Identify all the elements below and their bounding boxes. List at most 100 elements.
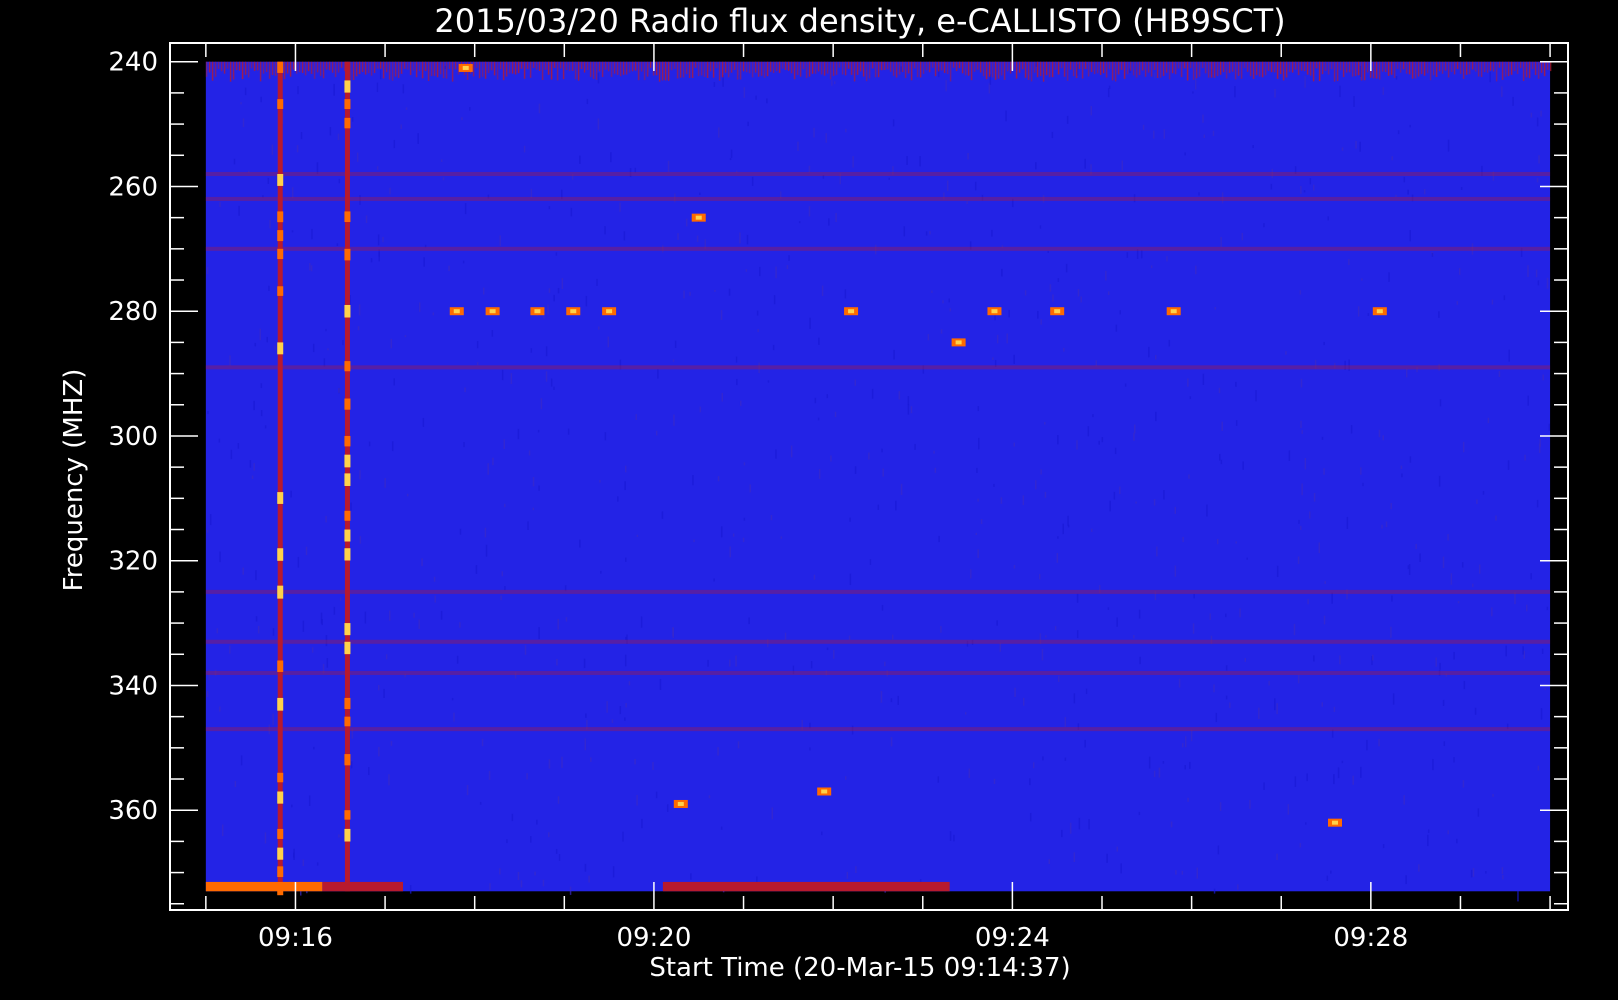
- noise-cell: [732, 533, 735, 537]
- noise-cell: [501, 369, 504, 381]
- top-fringe-cell: [700, 61, 703, 76]
- noise-cell: [1313, 492, 1316, 502]
- noise-cell: [1237, 884, 1239, 890]
- noise-cell: [337, 133, 340, 141]
- noise-cell: [1203, 134, 1206, 139]
- noise-cell: [1427, 829, 1430, 833]
- top-fringe-cell: [1132, 61, 1135, 76]
- noise-cell: [1378, 429, 1381, 438]
- noise-cell: [1184, 765, 1186, 770]
- noise-cell: [1162, 761, 1165, 764]
- top-fringe-cell: [985, 61, 988, 80]
- noise-cell: [311, 647, 314, 653]
- noise-cell: [206, 529, 209, 533]
- noise-cell: [269, 219, 271, 229]
- top-fringe-cell: [721, 61, 724, 78]
- top-fringe-cell: [481, 61, 484, 77]
- top-fringe-cell: [724, 61, 727, 73]
- top-fringe-cell: [1453, 61, 1456, 75]
- top-fringe-cell: [520, 61, 523, 69]
- top-fringe-cell: [475, 61, 478, 69]
- top-fringe-cell: [997, 61, 1000, 79]
- top-fringe-cell: [1135, 61, 1138, 78]
- noise-cell: [1126, 252, 1129, 258]
- top-fringe-cell: [1162, 61, 1165, 76]
- top-fringe-cell: [340, 61, 343, 68]
- noise-cell: [321, 619, 323, 626]
- top-fringe-cell: [931, 61, 934, 68]
- noise-cell: [1435, 657, 1437, 667]
- noise-cell: [434, 595, 436, 603]
- burst-segment: [344, 80, 351, 93]
- noise-cell: [1491, 299, 1494, 305]
- noise-cell: [272, 628, 275, 636]
- x-tick-label: 09:24: [975, 923, 1050, 953]
- noise-cell: [542, 879, 545, 887]
- burst-segment: [277, 585, 284, 599]
- noise-cell: [487, 463, 489, 475]
- noise-cell: [1382, 844, 1385, 849]
- noise-cell: [625, 465, 627, 473]
- noise-cell: [405, 107, 408, 110]
- noise-cell: [808, 206, 811, 217]
- top-fringe-cell: [1207, 61, 1210, 78]
- noise-cell: [418, 302, 421, 312]
- noise-cell: [877, 504, 880, 510]
- top-fringe-cell: [1396, 61, 1399, 70]
- top-fringe-cell: [772, 61, 775, 74]
- noise-cell: [720, 526, 723, 538]
- noise-cell: [268, 285, 270, 291]
- noise-cell: [1225, 695, 1228, 700]
- top-fringe-cell: [883, 61, 886, 71]
- noise-cell: [1239, 608, 1241, 618]
- noise-cell: [1321, 702, 1324, 707]
- noise-cell: [1024, 290, 1027, 296]
- top-fringe-cell: [1273, 61, 1276, 73]
- noise-cell: [1042, 756, 1044, 761]
- noise-cell: [835, 212, 837, 223]
- noise-cell: [1439, 662, 1441, 670]
- noise-cell: [809, 747, 811, 751]
- top-fringe-cell: [769, 61, 772, 72]
- noise-cell: [1155, 411, 1157, 422]
- noise-cell: [907, 396, 910, 406]
- noise-cell: [1423, 188, 1426, 195]
- top-fringe-cell: [715, 61, 718, 69]
- noise-cell: [1312, 184, 1315, 191]
- top-fringe-cell: [1120, 61, 1123, 70]
- noise-cell: [1000, 497, 1003, 504]
- top-fringe-cell: [1294, 61, 1297, 70]
- top-fringe-cell: [745, 61, 748, 73]
- noise-cell: [266, 336, 268, 343]
- noise-cell: [914, 443, 916, 450]
- top-fringe-cell: [1303, 61, 1306, 72]
- noise-cell: [1309, 511, 1311, 519]
- noise-cell: [685, 218, 688, 227]
- top-fringe-cell: [1249, 61, 1252, 77]
- noise-cell: [737, 741, 740, 749]
- top-fringe-cell: [226, 61, 229, 69]
- noise-cell: [745, 269, 748, 272]
- noise-cell: [977, 549, 979, 558]
- noise-cell: [1263, 782, 1265, 790]
- noise-cell: [596, 278, 598, 286]
- top-fringe-cell: [490, 61, 493, 71]
- noise-cell: [831, 80, 833, 86]
- top-fringe-cell: [304, 61, 307, 76]
- top-fringe-cell: [958, 61, 961, 69]
- burst-segment: [277, 492, 284, 504]
- noise-cell: [739, 232, 741, 244]
- noise-cell: [1241, 232, 1244, 241]
- noise-cell: [940, 626, 942, 633]
- noise-cell: [968, 768, 971, 778]
- noise-cell: [234, 781, 237, 788]
- top-fringe-cell: [373, 61, 376, 73]
- noise-cell: [296, 145, 299, 153]
- noise-cell: [384, 478, 386, 488]
- hot-spot-core: [1376, 309, 1383, 314]
- bottom-strip-mid: [322, 881, 403, 892]
- top-fringe-cell: [1030, 61, 1033, 82]
- noise-cell: [1535, 269, 1538, 278]
- noise-cell: [696, 235, 699, 242]
- noise-cell: [1298, 519, 1300, 524]
